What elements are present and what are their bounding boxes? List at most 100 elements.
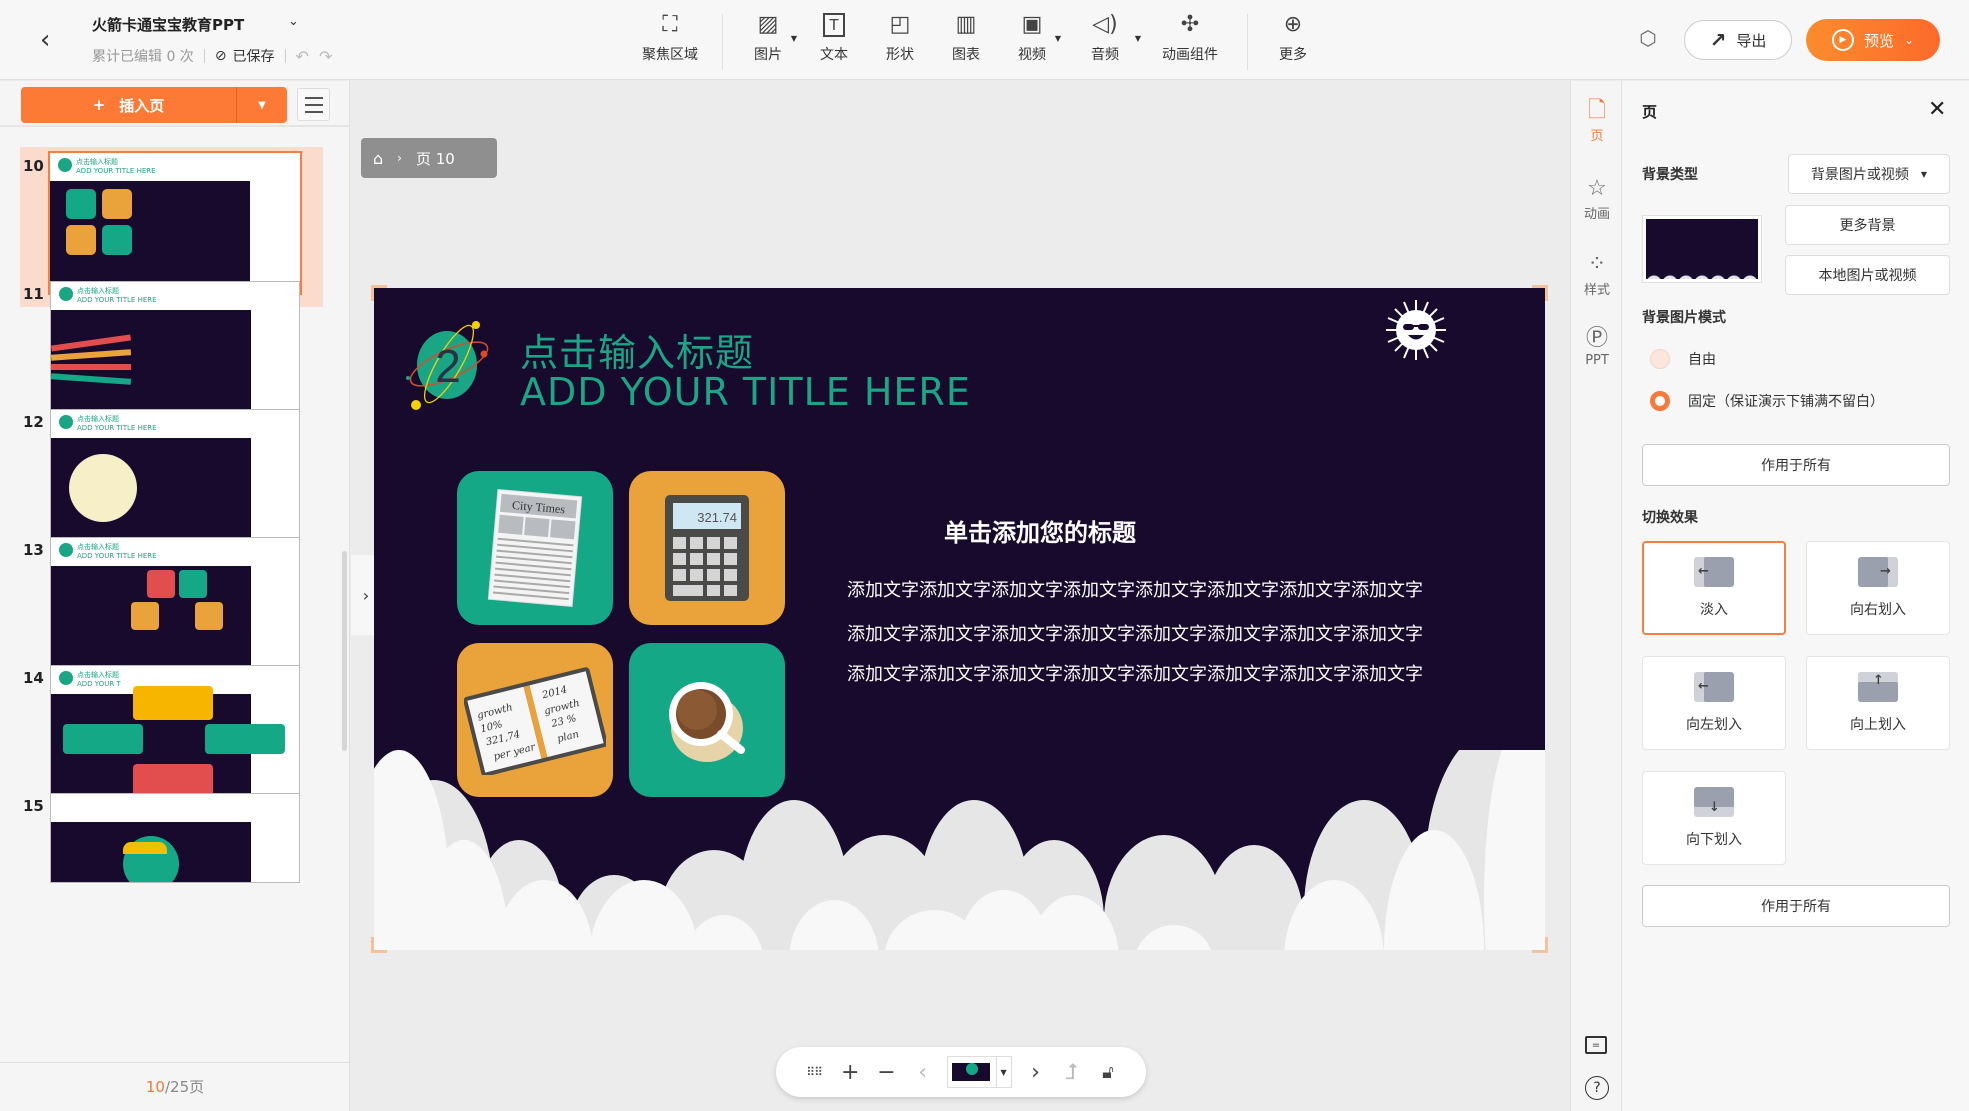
logo-number: 2 xyxy=(435,340,461,392)
slide-body-line[interactable]: 添加文字添加文字添加文字添加文字添加文字添加文字添加文字添加文字 xyxy=(847,660,1423,686)
insert-page-button[interactable]: + 插入页 ▼ xyxy=(21,87,287,123)
tool-shape[interactable]: ◰ 形状 xyxy=(867,10,933,64)
cloud-border xyxy=(374,750,1545,950)
tab-page[interactable]: 🗋︎ 页 xyxy=(1571,97,1623,144)
slide-title-cn[interactable]: 点击输入标题 xyxy=(520,322,754,377)
tool-focus-area[interactable]: ⛶ 聚焦区域 xyxy=(630,10,710,64)
slide-picker[interactable]: ▼ xyxy=(946,1056,1012,1088)
transition-slide-left[interactable]: ← 向左划入 xyxy=(1642,656,1786,750)
prev-slide-icon[interactable]: ‹ xyxy=(905,1060,941,1085)
panel-title: 页 xyxy=(1642,103,1658,121)
mini-cloud-yellow xyxy=(123,842,167,854)
tool-animation-widget[interactable]: ✣ 动画组件 xyxy=(1145,10,1235,64)
slide-canvas[interactable]: 2 点击输入标题 ADD YOUR TITLE HERE City Times … xyxy=(374,288,1545,950)
grid-dots-icon[interactable]: ⠿⠿ xyxy=(796,1065,832,1079)
slide-body-line[interactable]: 添加文字添加文字添加文字添加文字添加文字添加文字添加文字添加文字 xyxy=(847,576,1423,602)
cool-sun-icon xyxy=(1386,300,1446,360)
home-icon[interactable]: ⌂ xyxy=(373,149,383,168)
caret-down-icon: ▼ xyxy=(258,99,266,111)
newspaper-tile[interactable]: City Times xyxy=(457,471,613,625)
apply-to-all-button-2[interactable]: 作用于所有 xyxy=(1642,885,1950,927)
insert-page-label: 插入页 xyxy=(119,96,165,115)
breadcrumb-page[interactable]: 页 10 xyxy=(416,148,455,169)
thumb-title: 点击输入标题 ADD YOUR T xyxy=(77,671,121,689)
tool-audio[interactable]: ◁) 音频 ▼ xyxy=(1065,10,1145,64)
apply-to-all-button[interactable]: 作用于所有 xyxy=(1642,444,1950,486)
chevron-right-icon: › xyxy=(397,151,402,165)
thumb-title-cn: 点击输入标题 xyxy=(76,158,118,166)
background-preview[interactable] xyxy=(1642,215,1762,283)
next-slide-icon[interactable]: › xyxy=(1018,1060,1054,1085)
tool-chart[interactable]: ▥ 图表 xyxy=(933,10,999,64)
mini-tile xyxy=(66,189,96,219)
dropdown-caret-icon[interactable]: ▼ xyxy=(1055,34,1061,43)
thumb-title: 点击输入标题 ADD YOUR TITLE HERE xyxy=(77,287,157,305)
slide-title-en[interactable]: ADD YOUR TITLE HERE xyxy=(520,370,971,414)
transition-slide-up[interactable]: ↑ 向上划入 xyxy=(1806,656,1950,750)
slide-body-line[interactable]: 添加文字添加文字添加文字添加文字添加文字添加文字添加文字添加文字 xyxy=(847,620,1423,646)
selection-corner[interactable] xyxy=(1532,937,1548,953)
more-backgrounds-button[interactable]: 更多背景 xyxy=(1785,205,1950,245)
transition-name: 向下划入 xyxy=(1686,832,1742,848)
help-icon[interactable]: ? xyxy=(1585,1076,1609,1100)
tool-image[interactable]: ▨ 图片 ▼ xyxy=(735,10,801,64)
close-icon[interactable]: ✕ xyxy=(1928,97,1946,122)
return-arrow-icon[interactable]: ⮥ xyxy=(1054,1060,1090,1085)
export-button[interactable]: ↗ 导出 xyxy=(1684,20,1792,60)
insert-page-main[interactable]: + 插入页 xyxy=(21,87,237,123)
slide-subtitle[interactable]: 单击添加您的标题 xyxy=(944,513,1136,548)
thumbnail-frame: 点击输入标题 ADD YOUR TITLE HERE xyxy=(50,537,300,677)
transition-slide-right[interactable]: → 向右划入 xyxy=(1806,541,1950,635)
hamburger-menu-button[interactable] xyxy=(297,88,330,121)
selection-corner[interactable] xyxy=(1532,285,1548,301)
logo-globe xyxy=(59,671,73,685)
ppt-icon: Ⓟ xyxy=(1585,326,1608,351)
background-type-select[interactable]: 背景图片或视频 ▼ xyxy=(1788,154,1950,194)
current-page: 10 xyxy=(145,1078,165,1096)
zoom-toolbar: ⠿⠿ + − ‹ ▼ › ⮥ 🔓︎ xyxy=(776,1047,1146,1097)
selection-corner[interactable] xyxy=(371,285,387,301)
slide-number: 13 xyxy=(23,541,44,559)
tab-style[interactable]: ⁘ 样式 xyxy=(1571,251,1623,298)
document-title[interactable]: 火箭卡通宝宝教育PPT xyxy=(92,14,244,35)
tab-animation[interactable]: ☆ 动画 xyxy=(1571,175,1623,222)
chevron-down-icon[interactable]: ⌄ xyxy=(288,14,299,29)
selection-corner[interactable] xyxy=(371,937,387,953)
mode-free-radio[interactable]: 自由 xyxy=(1650,349,1716,369)
tool-text[interactable]: T 文本 xyxy=(801,10,867,64)
preview-button[interactable]: ▶ 预览 ⌄ xyxy=(1806,19,1940,61)
tool-label: 音频 xyxy=(1091,47,1119,63)
caption-icon[interactable]: = xyxy=(1585,1036,1607,1054)
back-button[interactable]: ‹ xyxy=(40,26,64,54)
slide-number: 12 xyxy=(23,413,44,431)
slide-thumbnail-list: 10 点击输入标题 ADD YOUR TITLE HERE 11 点击输入标题 AD… xyxy=(0,147,340,1043)
tool-video[interactable]: ▣ 视频 ▼ xyxy=(999,10,1065,64)
thumb-title-en: ADD YOUR TITLE HERE xyxy=(76,167,156,175)
mini-avatar-circle xyxy=(69,454,137,522)
calculator-display: 321.74 xyxy=(697,510,737,525)
caret-down-icon[interactable]: ▼ xyxy=(995,1057,1011,1087)
slide-thumbnail[interactable]: 15 xyxy=(20,787,323,947)
settings-hex-icon[interactable]: ⬡ xyxy=(1636,26,1660,50)
mode-fixed-radio[interactable]: 固定（保证演示下铺满不留白） xyxy=(1650,391,1884,411)
zoom-in-icon[interactable]: + xyxy=(832,1060,868,1085)
radio-label: 自由 xyxy=(1688,352,1716,368)
calculator-tile[interactable]: 321.74 xyxy=(629,471,785,625)
tool-more[interactable]: ⊕ 更多 xyxy=(1260,10,1326,64)
dropdown-caret-icon[interactable]: ▼ xyxy=(791,34,797,43)
unlock-icon[interactable]: 🔓︎ xyxy=(1090,1062,1126,1083)
local-media-button[interactable]: 本地图片或视频 xyxy=(1785,255,1950,295)
dropdown-caret-icon[interactable]: ▼ xyxy=(1135,34,1141,43)
menu-line xyxy=(304,96,323,99)
text-icon: T xyxy=(823,13,845,37)
undo-icon[interactable]: ↶ xyxy=(296,47,309,66)
tab-ppt[interactable]: Ⓟ PPT xyxy=(1571,325,1623,368)
transition-fade[interactable]: ← 淡入 xyxy=(1642,541,1786,635)
zoom-out-icon[interactable]: − xyxy=(868,1060,904,1085)
scrollbar-thumb[interactable] xyxy=(342,551,347,751)
chevron-down-icon[interactable]: ⌄ xyxy=(1904,33,1914,47)
transition-slide-down[interactable]: ↓ 向下划入 xyxy=(1642,771,1786,865)
redo-icon[interactable]: ↷ xyxy=(319,47,332,66)
insert-page-dropdown[interactable]: ▼ xyxy=(237,87,287,123)
slide-number: 10 xyxy=(23,157,44,175)
